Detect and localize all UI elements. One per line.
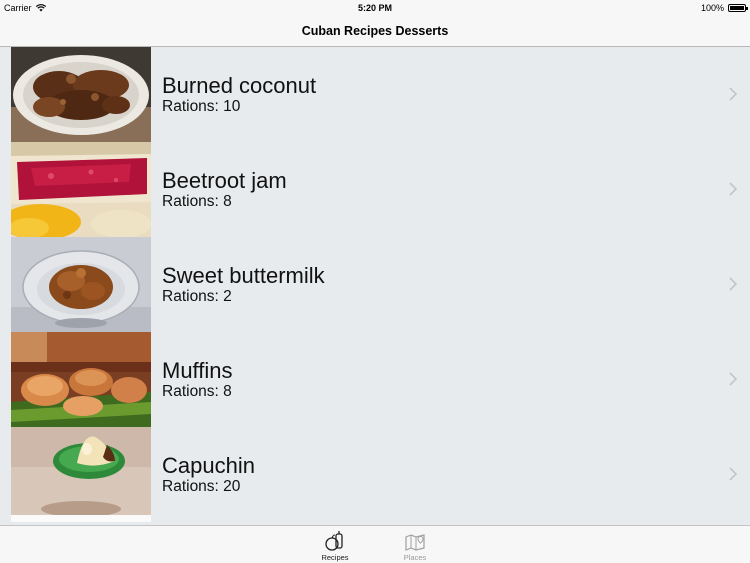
- page-title: Cuban Recipes Desserts: [301, 24, 449, 38]
- recipe-row-beetroot-jam[interactable]: Beetroot jam Rations: 8: [0, 142, 750, 237]
- tab-label-recipes: Recipes: [321, 553, 349, 562]
- recipe-thumbnail-capuchin: [11, 427, 151, 522]
- map-icon: [405, 534, 425, 551]
- recipe-title: Muffins: [162, 358, 233, 383]
- fruit-basket-icon: [325, 531, 343, 551]
- recipe-rations: Rations: 20: [162, 478, 241, 495]
- recipe-title: Burned coconut: [162, 73, 317, 98]
- recipe-title: Capuchin: [162, 453, 255, 478]
- recipe-row-muffins[interactable]: Muffins Rations: 8: [0, 332, 750, 427]
- recipe-row-sweet-buttermilk[interactable]: Sweet buttermilk Rations: 2: [0, 237, 750, 332]
- tab-bar: Recipes Places: [0, 525, 750, 563]
- recipe-rations: Rations: 8: [162, 383, 232, 400]
- chevron-right-icon: [729, 372, 738, 386]
- navigation-bar: Cuban Recipes Desserts: [0, 16, 750, 47]
- tab-recipes[interactable]: Recipes: [305, 530, 365, 562]
- tab-places[interactable]: Places: [385, 530, 445, 562]
- recipe-rations: Rations: 8: [162, 193, 232, 210]
- chevron-right-icon: [729, 277, 738, 291]
- status-bar: Carrier 5:20 PM 100%: [0, 0, 750, 16]
- battery-percent: 100%: [700, 3, 724, 13]
- status-right: 100%: [700, 3, 748, 13]
- recipe-thumbnail-beetroot-jam: [11, 142, 151, 237]
- recipe-thumbnail-muffins: [11, 332, 151, 427]
- recipe-rations: Rations: 10: [162, 98, 241, 115]
- chevron-right-icon: [729, 87, 738, 101]
- chevron-right-icon: [729, 467, 738, 481]
- recipe-list[interactable]: Burned coconut Rations: 10 Beetroot jam …: [0, 47, 750, 525]
- battery-icon: [728, 4, 748, 12]
- recipe-title: Sweet buttermilk: [162, 263, 325, 288]
- recipe-rations: Rations: 2: [162, 288, 232, 305]
- recipe-row-burned-coconut[interactable]: Burned coconut Rations: 10: [0, 47, 750, 142]
- chevron-right-icon: [729, 182, 738, 196]
- recipe-thumbnail-burned-coconut: [11, 47, 151, 142]
- recipe-title: Beetroot jam: [162, 168, 287, 193]
- status-time: 5:20 PM: [357, 3, 392, 13]
- recipe-thumbnail-sweet-buttermilk: [11, 237, 151, 332]
- tab-label-places: Places: [403, 553, 427, 562]
- recipe-row-capuchin[interactable]: Capuchin Rations: 20: [0, 427, 750, 522]
